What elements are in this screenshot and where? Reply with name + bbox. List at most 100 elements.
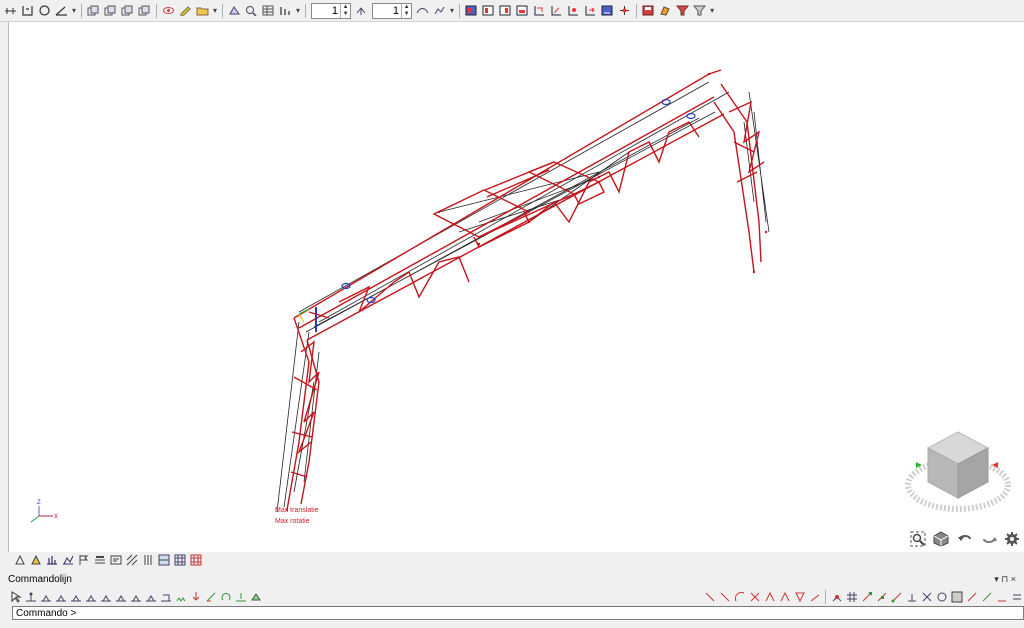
corner-icon[interactable] [778,590,791,603]
triangle-icon[interactable] [793,590,806,603]
moment-icon[interactable] [415,3,430,18]
copy-icon[interactable] [86,3,101,18]
circle-icon[interactable] [37,3,52,18]
grid-table-icon[interactable] [173,553,187,567]
layers-icon[interactable] [157,553,171,567]
load-temp-icon[interactable] [234,590,247,603]
spring-icon[interactable] [174,590,187,603]
angle-line-icon[interactable] [763,590,776,603]
dropdown-icon[interactable]: ▾ [710,6,714,15]
pencil-icon[interactable] [178,3,193,18]
wireframe-icon[interactable] [13,553,27,567]
support-ux-icon[interactable] [84,590,97,603]
view-b-icon[interactable] [549,3,564,18]
trim-icon[interactable] [808,590,821,603]
shape-icon[interactable] [227,3,242,18]
dropdown-icon[interactable]: ▾ [296,6,300,15]
combination-stepper[interactable]: ▲▼ [372,2,413,19]
snap-mid-icon[interactable] [875,590,888,603]
load-line-icon[interactable] [204,590,217,603]
paint-icon[interactable] [658,3,673,18]
snap-tan-icon[interactable] [950,590,963,603]
view-side-icon[interactable] [481,3,496,18]
snap-icon[interactable] [830,590,843,603]
support-uy-icon[interactable] [99,590,112,603]
text-abc2-icon[interactable] [109,553,123,567]
columns-icon[interactable] [141,553,155,567]
rotate-left-icon[interactable] [957,531,973,550]
snap-near-icon[interactable] [965,590,978,603]
dropdown-icon[interactable]: ▾ [450,6,454,15]
filter-icon[interactable] [675,3,690,18]
cube-view-icon[interactable] [933,530,949,550]
hinge-icon[interactable] [159,590,172,603]
load-area-icon[interactable] [249,590,262,603]
load-moment-icon[interactable] [219,590,232,603]
support-ry-icon[interactable] [129,590,142,603]
hatch-icon[interactable] [125,553,139,567]
snap-quad-icon[interactable] [980,590,993,603]
load-case-stepper[interactable]: ▲▼ [311,2,352,19]
cross-icon[interactable] [748,590,761,603]
zoom-extents-icon[interactable] [910,531,926,550]
view-d-icon[interactable] [583,3,598,18]
snap-grid-icon[interactable] [845,590,858,603]
view-cube[interactable] [900,410,1024,530]
model-viewport[interactable]: Max translatie Max rotatie Z X [8,22,1024,552]
red-grid-icon[interactable] [189,553,203,567]
combination-input[interactable] [373,3,402,18]
solid-icon[interactable] [29,553,43,567]
select-arrow-icon[interactable] [9,590,22,603]
eye-icon[interactable] [161,3,176,18]
copy2-icon[interactable] [103,3,118,18]
view-iso-icon[interactable] [515,3,530,18]
support-vy-icon[interactable] [69,590,82,603]
view-c-icon[interactable] [566,3,581,18]
command-input[interactable]: Commando > [12,606,1024,620]
view-front-icon[interactable] [464,3,479,18]
support-uz-icon[interactable] [114,590,127,603]
snap-perp-icon[interactable] [905,590,918,603]
section-icon[interactable] [45,553,59,567]
results-icon[interactable] [432,3,447,18]
snap-end-icon[interactable] [860,590,873,603]
save-icon[interactable] [641,3,656,18]
filter2-icon[interactable] [692,3,707,18]
settings-gear-icon[interactable] [1004,531,1020,550]
node-n-icon[interactable] [24,590,37,603]
folder-icon[interactable] [195,3,210,18]
snap-par-icon[interactable] [1010,590,1023,603]
bracket-icon[interactable] [20,3,35,18]
load-point-icon[interactable] [189,590,202,603]
rotate-right-icon[interactable] [981,531,997,550]
view-e-icon[interactable] [600,3,615,18]
table-icon[interactable] [261,3,276,18]
angle-icon[interactable] [54,3,69,18]
zoom-icon[interactable] [244,3,259,18]
line-icon[interactable] [703,590,716,603]
line2-icon[interactable] [718,590,731,603]
support-vx-icon[interactable] [39,590,52,603]
snap-center-icon[interactable] [935,590,948,603]
snap-ext-icon[interactable] [995,590,1008,603]
move-icon[interactable] [617,3,632,18]
bar-icon[interactable] [278,3,293,18]
support-rz-icon[interactable] [144,590,157,603]
support-vz-icon[interactable] [54,590,67,603]
view-top-icon[interactable] [498,3,513,18]
dropdown-icon[interactable]: ▾ [72,6,76,15]
load-case-input[interactable] [312,3,341,18]
copy3-icon[interactable] [120,3,135,18]
diagram-icon[interactable] [61,553,75,567]
load-icon[interactable] [354,3,369,18]
copy4-icon[interactable] [137,3,152,18]
grid-icon[interactable] [3,3,18,18]
snap-node-icon[interactable] [890,590,903,603]
view-a-icon[interactable] [532,3,547,18]
flag-icon[interactable] [77,553,91,567]
dropdown-icon[interactable]: ▾ [213,6,217,15]
snap-int-icon[interactable] [920,590,933,603]
panel-controls[interactable]: ▾ ⊓ × [994,574,1016,585]
arc-icon[interactable] [733,590,746,603]
text-abc-icon[interactable] [93,553,107,567]
